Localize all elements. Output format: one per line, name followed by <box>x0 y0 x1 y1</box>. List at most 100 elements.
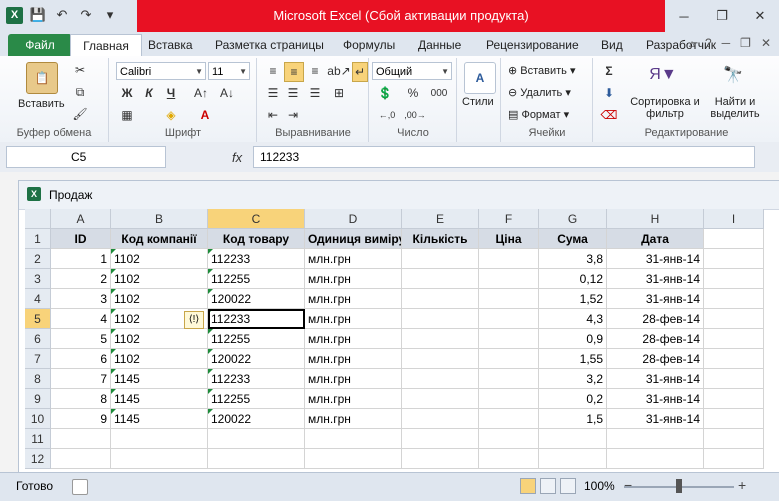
table-cell[interactable]: 9 <box>51 409 111 429</box>
table-cell[interactable] <box>539 449 607 469</box>
table-cell[interactable]: 120022 <box>208 289 305 309</box>
table-cell[interactable]: 6 <box>51 349 111 369</box>
table-header-cell[interactable]: Код товару <box>208 229 305 249</box>
table-cell[interactable] <box>402 349 479 369</box>
table-cell[interactable]: млн.грн <box>305 269 402 289</box>
table-cell[interactable] <box>479 349 539 369</box>
table-cell[interactable] <box>539 429 607 449</box>
table-cell[interactable]: 3 <box>51 289 111 309</box>
format-painter-icon[interactable]: 🖌 <box>72 106 88 122</box>
cut-icon[interactable]: ✂ <box>72 62 88 78</box>
table-cell[interactable]: 1102 <box>111 349 208 369</box>
table-cell[interactable]: млн.грн <box>305 349 402 369</box>
select-all-corner[interactable] <box>25 209 51 229</box>
column-header-e[interactable]: E <box>402 209 479 229</box>
table-cell[interactable] <box>704 269 764 289</box>
zoom-in-icon[interactable]: + <box>738 477 746 493</box>
tab-data[interactable]: Данные <box>414 34 465 56</box>
table-cell[interactable] <box>479 249 539 269</box>
table-cell[interactable]: млн.грн <box>305 249 402 269</box>
column-header-f[interactable]: F <box>479 209 539 229</box>
table-cell[interactable]: 1,55 <box>539 349 607 369</box>
copy-icon[interactable]: ⧉ <box>72 84 88 100</box>
table-cell[interactable]: 120022 <box>208 349 305 369</box>
table-cell[interactable]: млн.грн <box>305 389 402 409</box>
table-cell[interactable] <box>208 449 305 469</box>
sort-filter-button[interactable]: Сортировка и фильтр <box>630 96 700 120</box>
formula-input[interactable]: 112233 <box>253 146 755 168</box>
table-cell[interactable] <box>402 449 479 469</box>
fill-down-icon[interactable]: ⬇ <box>600 84 618 102</box>
fill-color-icon[interactable]: ◈ <box>162 106 180 124</box>
table-cell[interactable] <box>479 429 539 449</box>
table-cell[interactable]: 112233 <box>208 249 305 269</box>
find-select-icon[interactable]: 🔭 <box>718 60 748 90</box>
row-header-11[interactable]: 11 <box>25 429 51 449</box>
tab-insert[interactable]: Вставка <box>144 34 197 56</box>
table-cell[interactable]: 31-янв-14 <box>607 389 704 409</box>
table-cell[interactable] <box>402 369 479 389</box>
row-header-8[interactable]: 8 <box>25 369 51 389</box>
table-cell[interactable] <box>402 289 479 309</box>
row-header-6[interactable]: 6 <box>25 329 51 349</box>
align-bottom-icon[interactable]: ≡ <box>306 62 324 80</box>
table-cell[interactable]: 1102 <box>111 329 208 349</box>
row-header-12[interactable]: 12 <box>25 449 51 469</box>
restore-button[interactable]: ❐ <box>703 0 741 32</box>
table-cell[interactable] <box>402 309 479 329</box>
increase-indent-icon[interactable]: ⇥ <box>284 106 302 124</box>
tab-review[interactable]: Рецензирование <box>482 34 583 56</box>
column-header-a[interactable]: A <box>51 209 111 229</box>
table-cell[interactable] <box>208 429 305 449</box>
column-header-g[interactable]: G <box>539 209 607 229</box>
table-cell[interactable] <box>607 429 704 449</box>
row-header-10[interactable]: 10 <box>25 409 51 429</box>
table-cell[interactable] <box>479 309 539 329</box>
table-cell[interactable]: 4 <box>51 309 111 329</box>
number-format-select[interactable]: Общий ▼ <box>372 62 452 80</box>
minimize-button[interactable]: ─ <box>665 0 703 32</box>
autosum-button[interactable]: Σ <box>600 62 618 80</box>
tab-page-layout[interactable]: Разметка страницы <box>211 34 328 56</box>
table-cell[interactable] <box>305 449 402 469</box>
table-cell[interactable]: 28-фев-14 <box>607 329 704 349</box>
table-cell[interactable] <box>704 349 764 369</box>
table-cell[interactable]: 1 <box>51 249 111 269</box>
align-center-icon[interactable]: ☰ <box>284 84 302 102</box>
table-cell[interactable] <box>51 449 111 469</box>
zoom-slider-thumb[interactable] <box>676 479 682 493</box>
table-cell[interactable]: 1102 <box>111 289 208 309</box>
merge-cells-icon[interactable]: ⊞ <box>330 84 348 102</box>
table-cell[interactable] <box>402 409 479 429</box>
zoom-out-icon[interactable]: − <box>624 477 632 493</box>
decrease-decimal-icon[interactable]: ,00→ <box>404 106 426 124</box>
table-cell[interactable] <box>704 309 764 329</box>
borders-icon[interactable]: ▦ <box>118 106 136 124</box>
save-icon[interactable]: 💾 <box>29 6 47 24</box>
column-header-i[interactable]: I <box>704 209 764 229</box>
table-cell[interactable] <box>479 389 539 409</box>
column-header-d[interactable]: D <box>305 209 402 229</box>
table-cell[interactable] <box>402 329 479 349</box>
align-right-icon[interactable]: ☰ <box>306 84 324 102</box>
table-cell[interactable]: 31-янв-14 <box>607 269 704 289</box>
redo-icon[interactable]: ↷ <box>77 6 95 24</box>
align-top-icon[interactable]: ≡ <box>264 62 282 80</box>
table-cell[interactable]: 0,12 <box>539 269 607 289</box>
font-name-select[interactable]: Calibri ▼ <box>116 62 206 80</box>
table-cell[interactable]: 28-фев-14 <box>607 309 704 329</box>
tab-home[interactable]: Главная <box>70 34 142 57</box>
close-button[interactable]: ✕ <box>741 0 779 32</box>
table-header-cell[interactable]: Дата <box>607 229 704 249</box>
table-cell[interactable]: 28-фев-14 <box>607 349 704 369</box>
table-cell[interactable] <box>704 369 764 389</box>
table-cell[interactable]: 1,5 <box>539 409 607 429</box>
workbook-restore-icon[interactable]: ❐ <box>740 36 751 50</box>
underline-button[interactable]: Ч <box>162 84 180 102</box>
format-cells-button[interactable]: ▤ Формат ▾ <box>508 108 569 121</box>
macro-record-icon[interactable] <box>72 479 88 495</box>
excel-app-icon[interactable]: X <box>6 6 23 24</box>
table-cell[interactable] <box>479 269 539 289</box>
table-cell[interactable]: млн.грн <box>305 369 402 389</box>
table-cell[interactable] <box>704 229 764 249</box>
